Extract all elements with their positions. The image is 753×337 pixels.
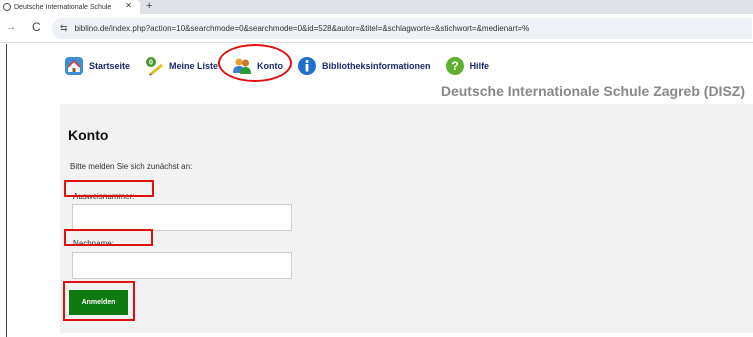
new-tab-button[interactable]: + <box>146 0 152 13</box>
globe-icon <box>3 3 11 11</box>
menu-label-bibliotheksinformationen: Bibliotheksinformationen <box>322 61 431 71</box>
tab-strip: Deutsche Internationale Schule ✕ + <box>0 0 753 14</box>
menu-label-hilfe: Hilfe <box>469 61 490 71</box>
help-icon: ? <box>445 57 464 75</box>
forward-arrow-icon[interactable]: → <box>6 22 16 33</box>
url-field[interactable]: ⇆ biblino.de/index.php?action=10&searchm… <box>52 18 752 39</box>
ausweisnummer-input[interactable] <box>72 204 292 231</box>
tab-title: Deutsche Internationale Schule <box>14 3 112 11</box>
account-panel: Konto Bitte melden Sie sich zunächst an:… <box>60 104 753 333</box>
page-title: Konto <box>68 127 109 143</box>
reload-icon[interactable]: C <box>32 20 41 34</box>
login-intro-text: Bitte melden Sie sich zunächst an: <box>70 162 193 171</box>
url-text[interactable]: biblino.de/index.php?action=10&searchmod… <box>75 24 530 33</box>
nachname-highlight-box <box>64 229 153 246</box>
home-icon <box>65 57 83 75</box>
svg-text:0: 0 <box>149 60 153 67</box>
page-edge-divider <box>6 44 7 337</box>
browser-tab[interactable]: Deutsche Internationale Schule ✕ <box>0 0 140 14</box>
svg-text:?: ? <box>451 59 458 73</box>
konto-highlight-ellipse <box>218 44 292 82</box>
info-icon <box>298 57 317 75</box>
menu-label-meine-liste: Meine Liste <box>169 61 219 71</box>
site-title: Deutsche Internationale Schule Zagreb (D… <box>440 83 745 99</box>
list-icon: 0 <box>146 57 164 76</box>
menu-item-bibliotheksinformationen[interactable]: Bibliotheksinformationen <box>297 56 431 76</box>
site-info-icon[interactable]: ⇆ <box>60 23 68 34</box>
address-bar: → C ⇆ biblino.de/index.php?action=10&sea… <box>0 14 753 43</box>
nachname-input[interactable] <box>72 252 292 279</box>
ausweisnummer-highlight-box <box>64 180 154 197</box>
menu-label-startseite: Startseite <box>89 61 131 71</box>
close-tab-icon[interactable]: ✕ <box>125 1 132 10</box>
anmelden-highlight-box <box>63 281 135 321</box>
menu-item-hilfe[interactable]: ? Hilfe <box>445 56 490 76</box>
menu-item-meine-liste[interactable]: 0 Meine Liste <box>144 56 218 76</box>
menu-item-startseite[interactable]: Startseite <box>64 56 130 76</box>
